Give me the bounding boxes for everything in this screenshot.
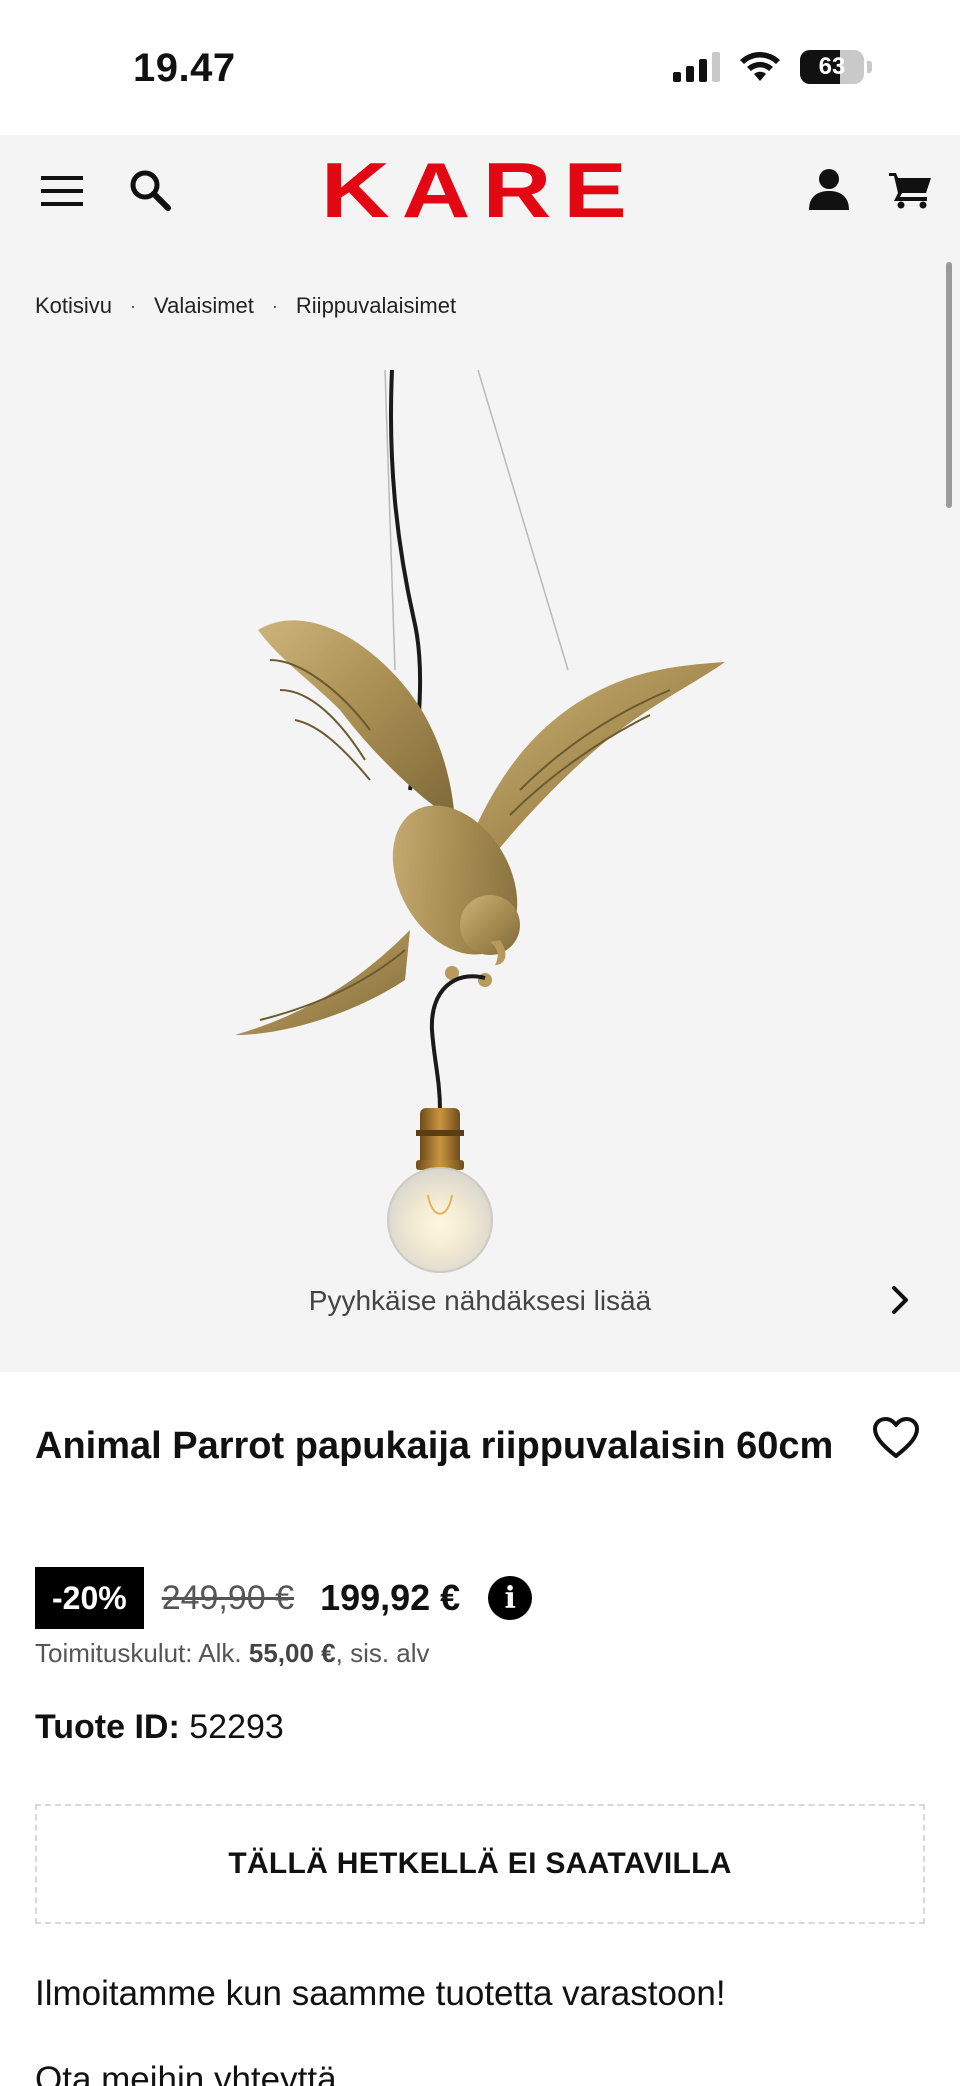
restock-notice: Ilmoitamme kun saamme tuotetta varastoon…	[35, 1974, 726, 2013]
status-icons: 63	[673, 50, 872, 84]
discount-badge: -20%	[35, 1567, 144, 1629]
search-button[interactable]	[122, 162, 178, 218]
status-bar: 19.47 63	[0, 0, 960, 135]
contact-link[interactable]: Ota meihin yhteyttä	[35, 2060, 337, 2086]
breadcrumb-pendant-lamps[interactable]: Riippuvalaisimet	[296, 293, 456, 319]
wishlist-button[interactable]	[872, 1416, 922, 1462]
product-id-label: Tuote ID:	[35, 1708, 180, 1746]
menu-button[interactable]	[36, 165, 88, 217]
breadcrumb-separator: ·	[130, 295, 137, 316]
page-scrollbar[interactable]	[946, 262, 952, 508]
site-header: KARE Kotisivu · Valaisimet · Riippuvalai…	[0, 135, 960, 370]
product-details: Animal Parrot papukaija riippuvalaisin 6…	[0, 1372, 960, 2086]
shipping-info: Toimituskulut: Alk. 55,00 €, sis. alv	[35, 1638, 430, 1669]
shipping-amount: 55,00 €	[248, 1638, 336, 1668]
status-time: 19.47	[133, 46, 236, 90]
product-gallery[interactable]: Pyyhkäise nähdäksesi lisää	[0, 370, 960, 1372]
chevron-right-icon	[892, 1286, 908, 1314]
breadcrumb-lighting[interactable]: Valaisimet	[154, 293, 254, 319]
product-title: Animal Parrot papukaija riippuvalaisin 6…	[35, 1425, 834, 1467]
heart-icon	[873, 1417, 919, 1458]
new-price: 199,92 €	[320, 1577, 461, 1618]
gallery-next-button[interactable]	[880, 1278, 920, 1322]
battery-percent: 63	[818, 53, 846, 80]
cellular-signal-icon	[673, 52, 720, 82]
shipping-prefix: Toimituskulut: Alk.	[35, 1638, 242, 1668]
kare-logo[interactable]: KARE	[320, 155, 640, 225]
wifi-icon	[740, 52, 780, 81]
info-icon: i	[504, 1580, 516, 1616]
price-info-button[interactable]: i	[488, 1576, 533, 1620]
breadcrumb-home[interactable]: Kotisivu	[35, 293, 112, 319]
cart-icon	[889, 173, 931, 209]
shipping-suffix: , sis. alv	[335, 1638, 430, 1668]
product-id-value: 52293	[189, 1708, 284, 1746]
availability-status: TÄLLÄ HETKELLÄ EI SAATAVILLA	[35, 1804, 925, 1924]
account-button[interactable]	[806, 163, 852, 215]
menu-icon	[41, 176, 83, 206]
account-icon	[809, 169, 849, 210]
search-icon	[130, 170, 171, 211]
breadcrumb-separator: ·	[271, 295, 278, 316]
battery-icon: 63	[800, 50, 864, 84]
old-price: 249,90 €	[161, 1578, 295, 1617]
cart-button[interactable]	[884, 165, 936, 215]
price-row: -20% 249,90 € 199,92 € i	[35, 1567, 533, 1629]
swipe-hint: Pyyhkäise nähdäksesi lisää	[308, 1285, 652, 1316]
logo-text: KARE	[321, 155, 639, 225]
product-id: Tuote ID: 52293	[35, 1708, 284, 1747]
breadcrumb: Kotisivu · Valaisimet · Riippuvalaisimet	[35, 293, 456, 319]
battery-tip	[867, 61, 872, 73]
product-image[interactable]	[200, 370, 760, 1290]
